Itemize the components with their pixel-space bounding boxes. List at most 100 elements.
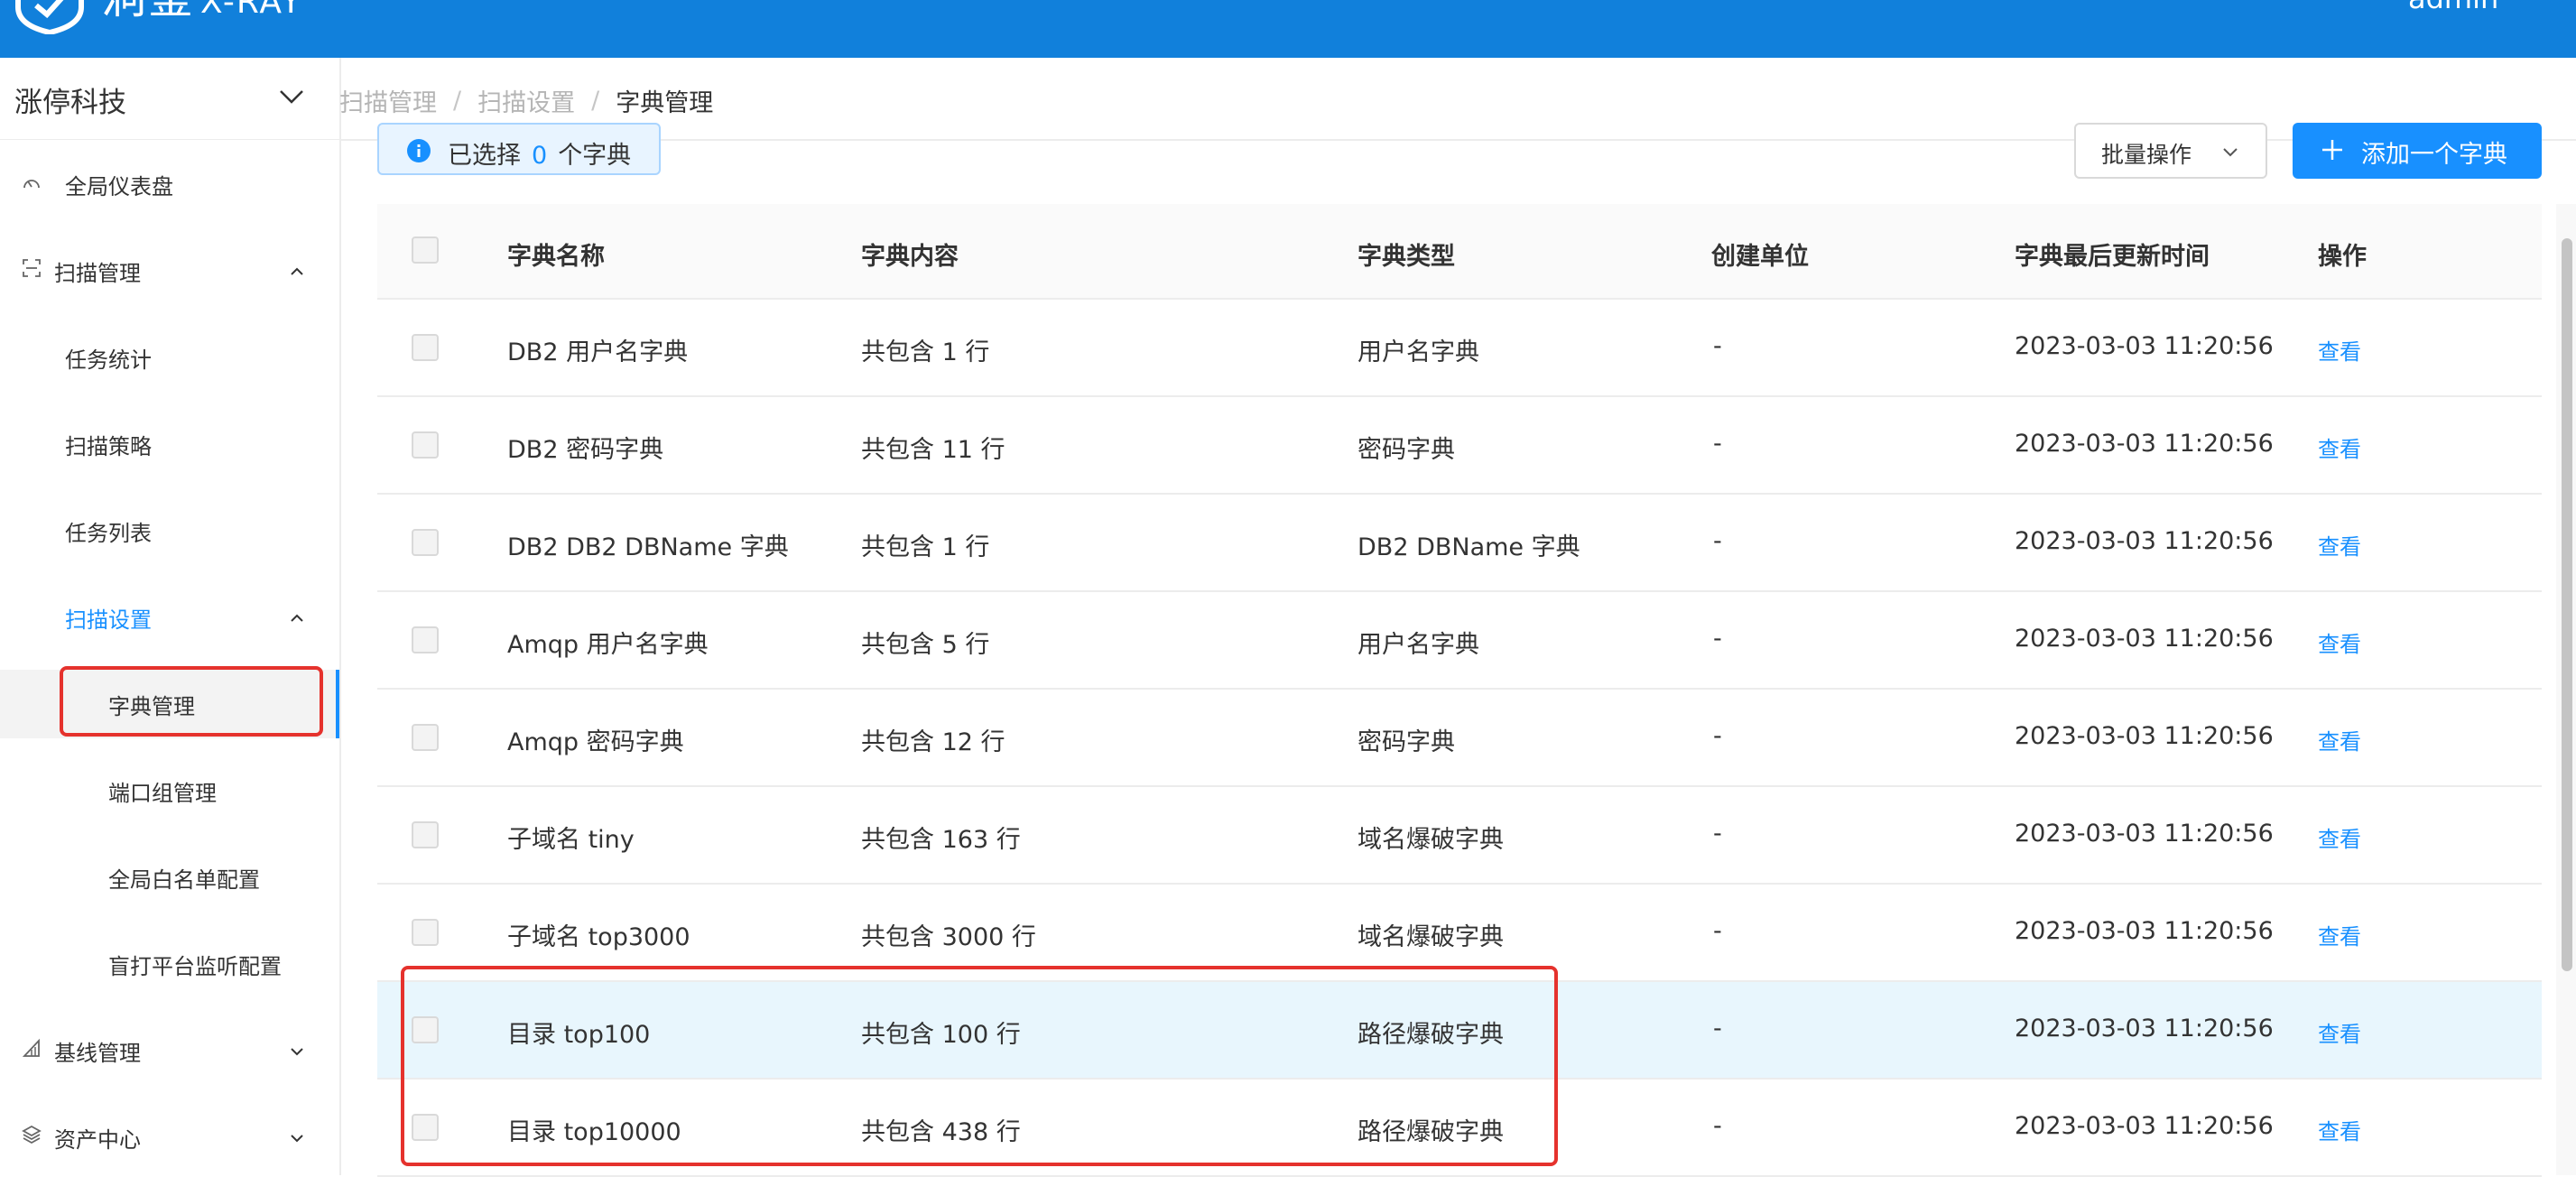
cell-type: 密码字典	[1357, 436, 1455, 464]
sidebar-item-task-stats[interactable]: 任务统计	[0, 330, 338, 385]
cell-name: 子域名 top3000	[507, 923, 690, 951]
selection-suffix: 个字典	[558, 142, 632, 170]
gauge-icon	[23, 180, 40, 189]
breadcrumb-separator: /	[591, 87, 600, 115]
cell-name: DB2 DB2 DBName 字典	[507, 533, 789, 561]
sidebar-item-label: 扫描管理	[54, 260, 141, 286]
cell-unit: -	[1713, 332, 1722, 360]
chevron-up-icon	[291, 614, 303, 622]
sidebar-item-whitelist[interactable]: 全局白名单配置	[0, 850, 338, 904]
cell-type: 域名爆破字典	[1357, 826, 1504, 854]
column-header-name: 字典名称	[507, 243, 605, 271]
annotation-highlight-box	[401, 966, 1558, 1166]
org-selector-label[interactable]: 涨停科技	[14, 79, 126, 120]
row-checkbox[interactable]	[412, 724, 439, 751]
cell-unit: -	[1713, 625, 1722, 653]
view-link[interactable]: 查看	[2318, 724, 2361, 755]
annotation-highlight-box	[60, 666, 323, 737]
breadcrumb-separator: /	[453, 87, 462, 115]
table-row: DB2 DB2 DBName 字典 共包含 1 行 DB2 DBName 字典 …	[377, 495, 2542, 592]
cell-content: 共包含 1 行	[861, 533, 990, 561]
user-menu[interactable]: admin	[2408, 0, 2498, 13]
sidebar-item-scan-settings[interactable]: 扫描设置	[0, 590, 338, 644]
column-header-type: 字典类型	[1357, 243, 1455, 271]
cell-unit: -	[1713, 430, 1722, 458]
sidebar-item-label: 盲打平台监听配置	[108, 953, 282, 979]
sidebar-item-blind-platform[interactable]: 盲打平台监听配置	[0, 937, 338, 991]
sidebar-item-baseline-management[interactable]: 基线管理	[0, 1024, 338, 1078]
table-row: Amqp 密码字典 共包含 12 行 密码字典 - 2023-03-03 11:…	[377, 690, 2542, 787]
triangle-ruler-icon	[22, 1038, 40, 1057]
cell-content: 共包含 5 行	[861, 631, 990, 659]
view-link[interactable]: 查看	[2318, 334, 2361, 366]
shield-logo-icon[interactable]	[9, 0, 90, 34]
add-dictionary-label: 添加一个字典	[2361, 141, 2507, 169]
cell-updated: 2023-03-03 11:20:56	[2015, 332, 2274, 360]
cell-name: Amqp 密码字典	[507, 728, 684, 756]
row-checkbox[interactable]	[412, 334, 439, 361]
row-checkbox[interactable]	[412, 529, 439, 556]
scrollbar-thumb[interactable]	[2562, 238, 2572, 971]
column-header-updated: 字典最后更新时间	[2015, 243, 2210, 271]
view-link[interactable]: 查看	[2318, 1016, 2361, 1048]
add-dictionary-button[interactable]: 添加一个字典	[2293, 123, 2542, 179]
cell-content: 共包含 12 行	[861, 728, 1005, 756]
sidebar-item-label: 全局白名单配置	[108, 867, 260, 893]
view-link[interactable]: 查看	[2318, 1114, 2361, 1145]
view-link[interactable]: 查看	[2318, 626, 2361, 658]
chevron-up-icon	[291, 267, 303, 275]
sidebar-item-asset-center[interactable]: 资产中心	[0, 1110, 338, 1164]
view-link[interactable]: 查看	[2318, 529, 2361, 561]
cell-content: 共包含 163 行	[861, 826, 1021, 854]
cell-name: DB2 用户名字典	[507, 338, 689, 366]
table-row: Amqp 用户名字典 共包含 5 行 用户名字典 - 2023-03-03 11…	[377, 592, 2542, 690]
row-checkbox[interactable]	[412, 821, 439, 848]
cell-updated: 2023-03-03 11:20:56	[2015, 917, 2274, 945]
view-link[interactable]: 查看	[2318, 431, 2361, 463]
cell-unit: -	[1713, 1015, 1722, 1043]
sidebar-item-task-list[interactable]: 任务列表	[0, 504, 338, 558]
cell-updated: 2023-03-03 11:20:56	[2015, 820, 2274, 848]
batch-operation-label: 批量操作	[2101, 142, 2192, 168]
info-circle-icon	[407, 139, 431, 162]
row-checkbox[interactable]	[412, 431, 439, 459]
breadcrumb-scan-management[interactable]: 扫描管理	[339, 83, 437, 118]
sidebar-item-label: 扫描设置	[65, 607, 152, 633]
layers-icon	[22, 1125, 42, 1145]
sidebar-item-port-group[interactable]: 端口组管理	[0, 764, 338, 818]
column-header-unit: 创建单位	[1711, 243, 1809, 271]
sidebar-item-dashboard[interactable]: 全局仪表盘	[0, 157, 338, 211]
cell-type: 域名爆破字典	[1357, 923, 1504, 951]
view-link[interactable]: 查看	[2318, 821, 2361, 853]
cell-updated: 2023-03-03 11:20:56	[2015, 1112, 2274, 1140]
sidebar-item-label: 全局仪表盘	[65, 173, 173, 199]
selection-text: 已选择 0 个字典	[448, 135, 631, 171]
select-all-checkbox[interactable]	[412, 236, 439, 264]
sidebar-item-scan-policy[interactable]: 扫描策略	[0, 417, 338, 471]
cell-type: DB2 DBName 字典	[1357, 533, 1580, 561]
row-checkbox[interactable]	[412, 919, 439, 946]
plus-icon	[2322, 140, 2342, 160]
cell-unit: -	[1713, 722, 1722, 750]
sidebar-item-label: 任务列表	[65, 520, 152, 546]
cell-content: 共包含 3000 行	[861, 923, 1036, 951]
cell-type: 用户名字典	[1357, 631, 1479, 659]
column-header-content: 字典内容	[861, 243, 959, 271]
batch-operation-dropdown[interactable]: 批量操作	[2074, 123, 2267, 179]
selection-prefix: 已选择	[448, 142, 521, 170]
sidebar-item-scan-management[interactable]: 扫描管理	[0, 244, 338, 298]
cell-updated: 2023-03-03 11:20:56	[2015, 1015, 2274, 1043]
cell-updated: 2023-03-03 11:20:56	[2015, 527, 2274, 555]
table-row: DB2 用户名字典 共包含 1 行 用户名字典 - 2023-03-03 11:…	[377, 300, 2542, 397]
breadcrumb-scan-settings[interactable]: 扫描设置	[477, 83, 575, 118]
cell-content: 共包含 1 行	[861, 338, 990, 366]
cell-type: 密码字典	[1357, 728, 1455, 756]
row-checkbox[interactable]	[412, 626, 439, 653]
chevron-down-icon	[2223, 148, 2238, 157]
cell-updated: 2023-03-03 11:20:56	[2015, 722, 2274, 750]
chevron-down-icon[interactable]	[278, 83, 305, 110]
view-link[interactable]: 查看	[2318, 919, 2361, 950]
sidebar: 全局仪表盘 扫描管理 任务统计 扫描策略 任务列表 扫描设置 字典管理 端口组管…	[0, 140, 341, 1175]
top-header: 洞鉴 X-RAY admin	[0, 0, 2576, 58]
sidebar-item-label: 扫描策略	[65, 433, 152, 459]
